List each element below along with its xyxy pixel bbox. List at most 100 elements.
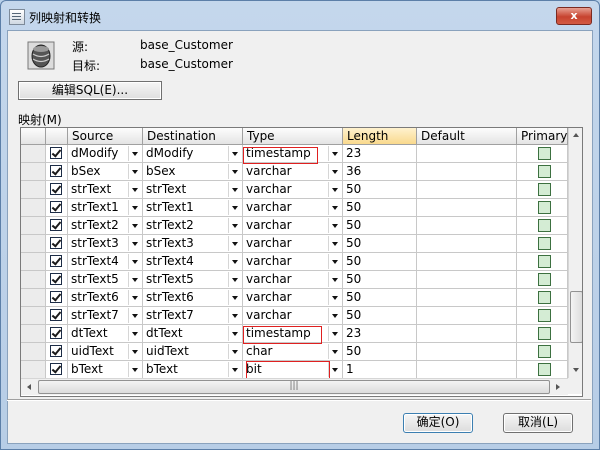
horizontal-scroll-thumb[interactable]: ||| (38, 380, 550, 394)
dropdown-arrow-icon[interactable] (128, 326, 142, 341)
dropdown-arrow-icon[interactable] (328, 200, 342, 215)
include-checkbox[interactable] (50, 309, 62, 321)
dropdown-arrow-icon[interactable] (328, 290, 342, 305)
table-row[interactable]: strText3 strText3 varchar 50 (21, 235, 568, 253)
destination-select[interactable]: strText4 (143, 253, 243, 271)
length-cell[interactable]: 23 (343, 325, 417, 343)
source-select[interactable]: dModify (68, 145, 143, 163)
primary-key-checkbox[interactable] (538, 363, 551, 376)
dropdown-arrow-icon[interactable] (128, 200, 142, 215)
scroll-up-icon[interactable] (573, 133, 579, 137)
include-checkbox[interactable] (50, 255, 62, 267)
primary-key-checkbox[interactable] (538, 219, 551, 232)
primary-key-checkbox[interactable] (538, 327, 551, 340)
primary-cell[interactable] (517, 199, 568, 217)
primary-key-checkbox[interactable] (538, 183, 551, 196)
default-cell[interactable] (417, 163, 517, 181)
header-primary[interactable]: Primary (517, 128, 568, 145)
type-select[interactable]: varchar (243, 253, 343, 271)
type-select[interactable]: varchar (243, 289, 343, 307)
ok-button[interactable]: 确定(O) (403, 413, 473, 433)
dropdown-arrow-icon[interactable] (228, 182, 242, 197)
dropdown-arrow-icon[interactable] (328, 182, 342, 197)
primary-key-checkbox[interactable] (538, 309, 551, 322)
dropdown-arrow-icon[interactable] (128, 308, 142, 323)
destination-select[interactable]: strText (143, 181, 243, 199)
source-select[interactable]: strText4 (68, 253, 143, 271)
dropdown-arrow-icon[interactable] (228, 272, 242, 287)
length-cell[interactable]: 50 (343, 217, 417, 235)
row-header[interactable] (21, 163, 46, 181)
row-checkbox-cell[interactable] (46, 145, 68, 163)
table-row[interactable]: dtText dtText timestamp 23 (21, 325, 568, 343)
include-checkbox[interactable] (50, 183, 62, 195)
row-header[interactable] (21, 307, 46, 325)
row-header[interactable] (21, 271, 46, 289)
row-checkbox-cell[interactable] (46, 307, 68, 325)
primary-cell[interactable] (517, 271, 568, 289)
include-checkbox[interactable] (50, 345, 62, 357)
include-checkbox[interactable] (50, 273, 62, 285)
default-cell[interactable] (417, 235, 517, 253)
primary-cell[interactable] (517, 217, 568, 235)
length-cell[interactable]: 50 (343, 181, 417, 199)
default-cell[interactable] (417, 217, 517, 235)
primary-cell[interactable] (517, 145, 568, 163)
length-cell[interactable]: 36 (343, 163, 417, 181)
destination-select[interactable]: dModify (143, 145, 243, 163)
source-select[interactable]: uidText (68, 343, 143, 361)
length-cell[interactable]: 50 (343, 199, 417, 217)
dropdown-arrow-icon[interactable] (328, 218, 342, 233)
row-header[interactable] (21, 343, 46, 361)
type-select[interactable]: varchar (243, 307, 343, 325)
row-header[interactable] (21, 217, 46, 235)
dropdown-arrow-icon[interactable] (328, 362, 342, 377)
dropdown-arrow-icon[interactable] (128, 146, 142, 161)
destination-select[interactable]: bText (143, 361, 243, 379)
header-default[interactable]: Default (417, 128, 517, 145)
table-row[interactable]: strText6 strText6 varchar 50 (21, 289, 568, 307)
primary-cell[interactable] (517, 253, 568, 271)
type-select[interactable]: timestamp (243, 145, 343, 163)
dropdown-arrow-icon[interactable] (228, 236, 242, 251)
source-select[interactable]: strText1 (68, 199, 143, 217)
include-checkbox[interactable] (50, 237, 62, 249)
primary-key-checkbox[interactable] (538, 201, 551, 214)
source-select[interactable]: strText2 (68, 217, 143, 235)
header-destination[interactable]: Destination (143, 128, 243, 145)
dropdown-arrow-icon[interactable] (228, 290, 242, 305)
include-checkbox[interactable] (50, 363, 62, 375)
close-button[interactable]: x (556, 7, 592, 25)
table-row[interactable]: strText4 strText4 varchar 50 (21, 253, 568, 271)
row-header[interactable] (21, 253, 46, 271)
type-select[interactable]: varchar (243, 271, 343, 289)
primary-cell[interactable] (517, 325, 568, 343)
length-cell[interactable]: 1 (343, 361, 417, 379)
dropdown-arrow-icon[interactable] (228, 218, 242, 233)
header-length[interactable]: Length (343, 128, 417, 145)
edit-sql-button[interactable]: 编辑SQL(E)... (18, 81, 162, 100)
default-cell[interactable] (417, 199, 517, 217)
source-select[interactable]: strText (68, 181, 143, 199)
primary-cell[interactable] (517, 361, 568, 379)
primary-cell[interactable] (517, 343, 568, 361)
default-cell[interactable] (417, 361, 517, 379)
source-select[interactable]: strText5 (68, 271, 143, 289)
type-select[interactable]: varchar (243, 217, 343, 235)
title-bar[interactable]: 列映射和转换 x (1, 1, 599, 31)
length-cell[interactable]: 50 (343, 289, 417, 307)
dropdown-arrow-icon[interactable] (328, 236, 342, 251)
header-type[interactable]: Type (243, 128, 343, 145)
row-header[interactable] (21, 289, 46, 307)
default-cell[interactable] (417, 253, 517, 271)
source-select[interactable]: bSex (68, 163, 143, 181)
dropdown-arrow-icon[interactable] (228, 308, 242, 323)
destination-select[interactable]: strText6 (143, 289, 243, 307)
scroll-right-icon[interactable] (556, 384, 560, 390)
length-cell[interactable]: 23 (343, 145, 417, 163)
dropdown-arrow-icon[interactable] (328, 326, 342, 341)
default-cell[interactable] (417, 181, 517, 199)
dropdown-arrow-icon[interactable] (328, 146, 342, 161)
row-checkbox-cell[interactable] (46, 199, 68, 217)
dropdown-arrow-icon[interactable] (228, 362, 242, 377)
